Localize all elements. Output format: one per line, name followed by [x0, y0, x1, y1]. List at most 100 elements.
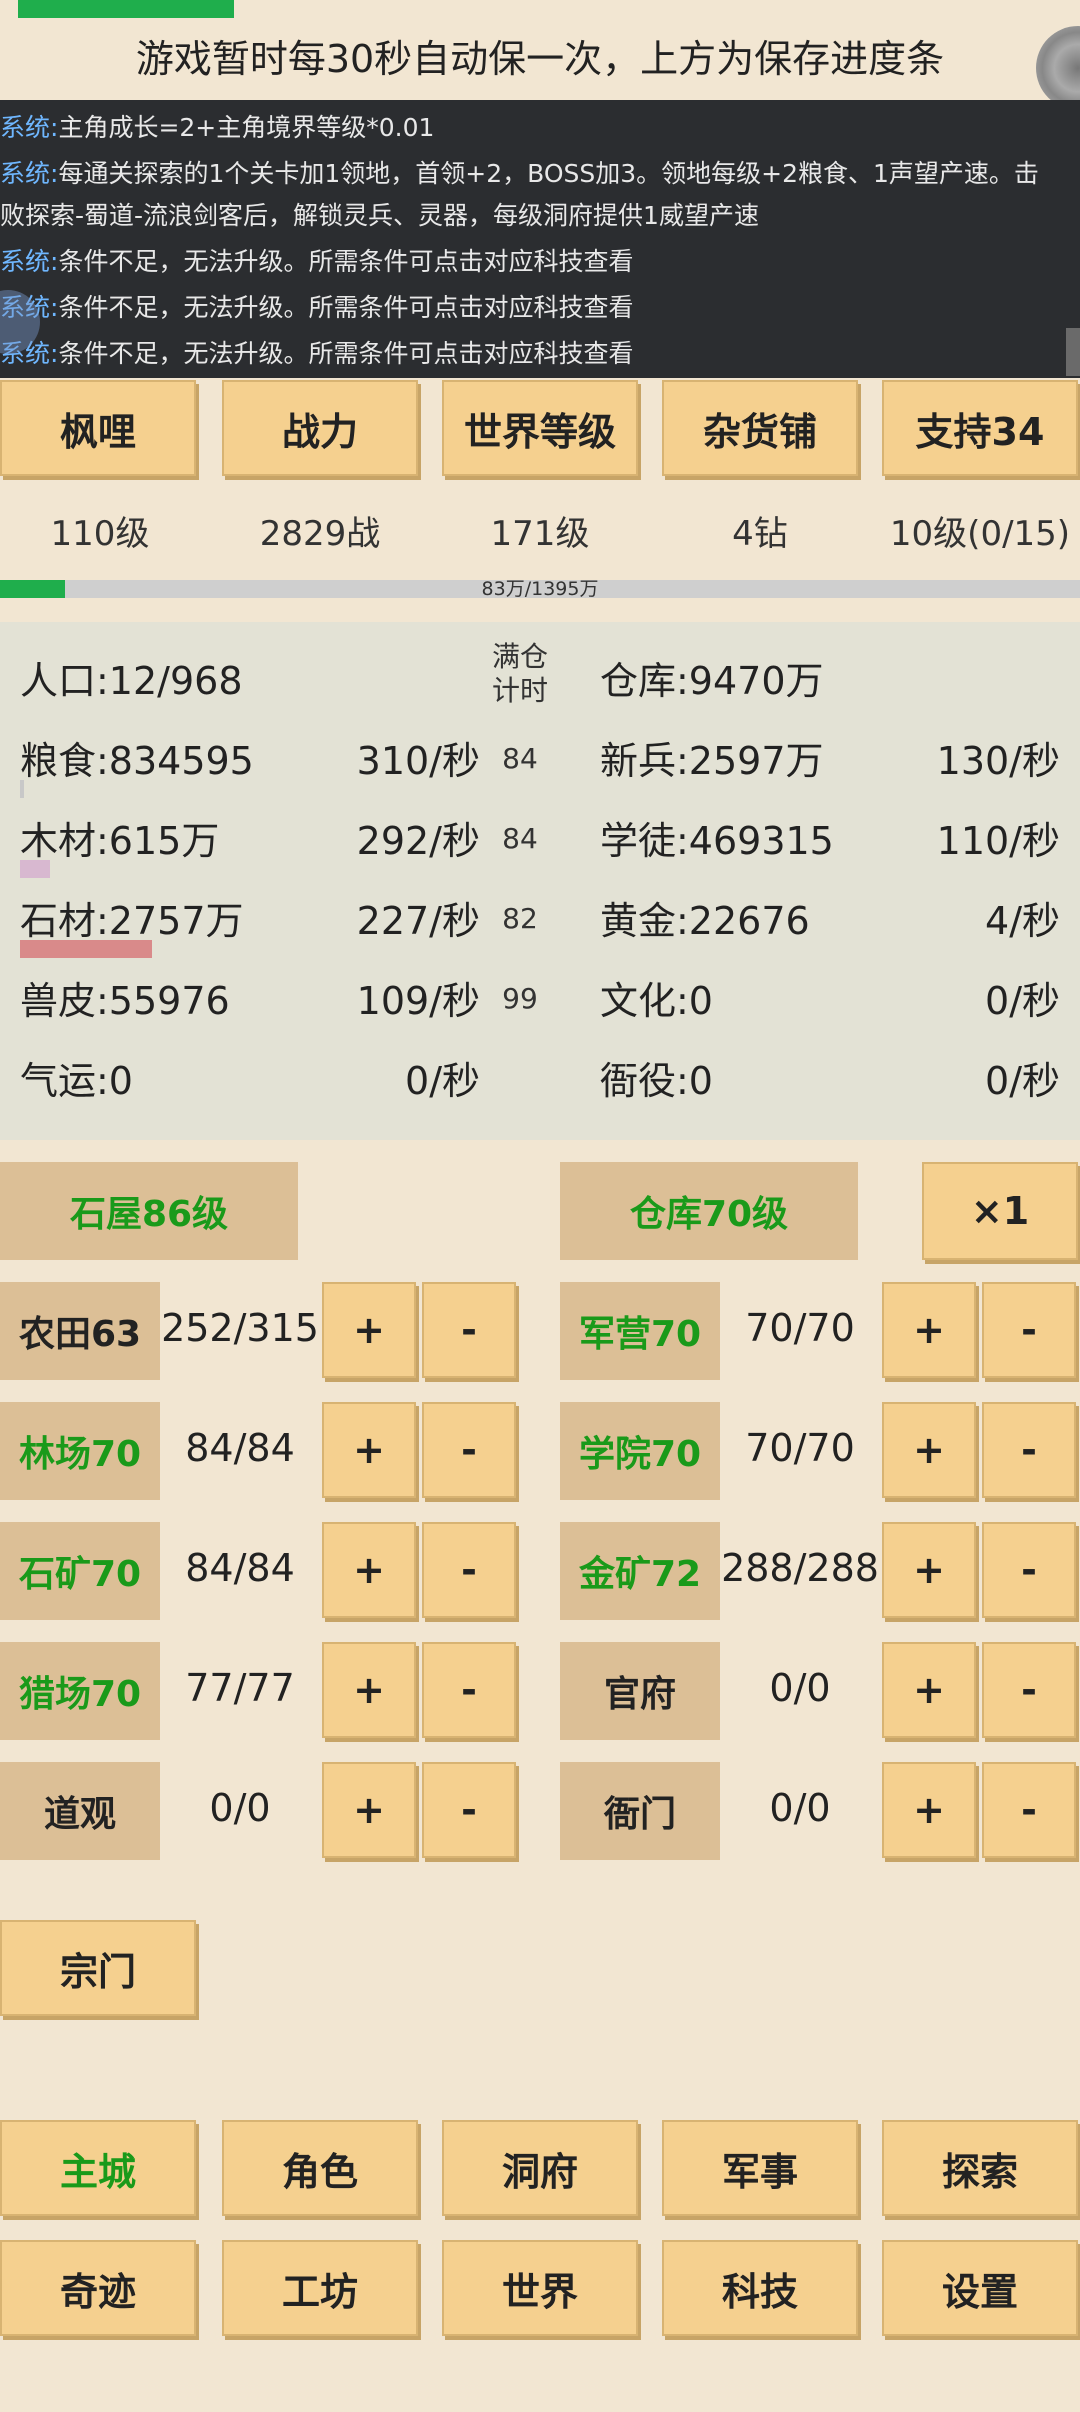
world-level-value: 171级: [490, 514, 590, 554]
academy-minus-button[interactable]: -: [982, 1402, 1076, 1498]
building-taoist-temple[interactable]: 道观: [0, 1762, 160, 1860]
system-log-panel[interactable]: 系统:主角成长=2+主角境界等级*0.01 系统:每通关探索的1个关卡加1领地，…: [0, 100, 1080, 378]
gold-mine-plus-button[interactable]: +: [882, 1522, 976, 1618]
nav-world[interactable]: 世界: [442, 2240, 638, 2336]
lumber-yard-minus-button[interactable]: -: [422, 1402, 516, 1498]
stone-capacity-bar: [20, 940, 152, 958]
barracks-count: 70/70: [745, 1306, 855, 1350]
diamond-count: 4钻: [732, 514, 788, 554]
log-scrollbar[interactable]: [1066, 328, 1080, 376]
lumber-yard-count: 84/84: [185, 1426, 295, 1470]
population-label: 人口:12/968: [20, 659, 243, 703]
fortune-label: 气运:0: [20, 1059, 133, 1103]
gold-label: 黄金:22676: [600, 899, 810, 943]
building-quarry[interactable]: 石矿70: [0, 1522, 160, 1620]
building-government-office[interactable]: 官府: [560, 1642, 720, 1740]
stone-full-time: 82: [502, 902, 538, 935]
character-level: 110级: [50, 514, 150, 554]
grain-full-time: 84: [502, 742, 538, 775]
tab-world-level[interactable]: 世界等级: [442, 380, 638, 476]
log-line: 系统:条件不足，无法升级。所需条件可点击对应科技查看: [0, 242, 633, 278]
farm-plus-button[interactable]: +: [322, 1282, 416, 1378]
tab-support[interactable]: 支持34: [882, 380, 1078, 476]
nav-military[interactable]: 军事: [662, 2120, 858, 2216]
xp-text: 83万/1395万: [481, 578, 599, 600]
tab-shop[interactable]: 杂货铺: [662, 380, 858, 476]
gold-rate: 4/秒: [985, 899, 1060, 943]
nav-technology[interactable]: 科技: [662, 2240, 858, 2336]
yamen-minus-button[interactable]: -: [982, 1762, 1076, 1858]
grain-rate: 310/秒: [356, 739, 480, 783]
quarry-plus-button[interactable]: +: [322, 1522, 416, 1618]
log-text: 条件不足，无法升级。所需条件可点击对应科技查看: [58, 247, 634, 276]
taoist-temple-minus-button[interactable]: -: [422, 1762, 516, 1858]
nav-wonders[interactable]: 奇迹: [0, 2240, 196, 2336]
nav-character[interactable]: 角色: [222, 2120, 418, 2216]
culture-label: 文化:0: [600, 979, 713, 1023]
wood-rate: 292/秒: [356, 819, 480, 863]
gold-mine-count: 288/288: [721, 1546, 879, 1590]
storage-building-button[interactable]: 仓库70级: [560, 1162, 858, 1260]
academy-plus-button[interactable]: +: [882, 1402, 976, 1498]
combat-power-value: 2829战: [259, 514, 381, 554]
fortune-rate: 0/秒: [405, 1059, 480, 1103]
barracks-minus-button[interactable]: -: [982, 1282, 1076, 1378]
grain-label: 粮食:834595: [20, 739, 254, 783]
multiplier-button[interactable]: ×1: [922, 1162, 1078, 1260]
building-academy[interactable]: 学院70: [560, 1402, 720, 1500]
nav-explore[interactable]: 探索: [882, 2120, 1078, 2216]
lumber-yard-plus-button[interactable]: +: [322, 1402, 416, 1498]
hunting-ground-plus-button[interactable]: +: [322, 1642, 416, 1738]
building-farm[interactable]: 农田63: [0, 1282, 160, 1380]
hunting-ground-count: 77/77: [185, 1666, 295, 1710]
tab-character-name[interactable]: 枫哩: [0, 380, 196, 476]
sect-button[interactable]: 宗门: [0, 1920, 196, 2016]
culture-rate: 0/秒: [985, 979, 1060, 1023]
taoist-temple-count: 0/0: [209, 1786, 271, 1830]
building-gold-mine[interactable]: 金矿72: [560, 1522, 720, 1620]
constable-label: 衙役:0: [600, 1059, 713, 1103]
yamen-plus-button[interactable]: +: [882, 1762, 976, 1858]
nav-cave-dwelling[interactable]: 洞府: [442, 2120, 638, 2216]
gold-mine-minus-button[interactable]: -: [982, 1522, 1076, 1618]
farm-minus-button[interactable]: -: [422, 1282, 516, 1378]
government-office-minus-button[interactable]: -: [982, 1642, 1076, 1738]
taoist-temple-plus-button[interactable]: +: [322, 1762, 416, 1858]
stone-house-button[interactable]: 石屋86级: [0, 1162, 298, 1260]
recruit-rate: 130/秒: [936, 739, 1060, 783]
constable-rate: 0/秒: [985, 1059, 1060, 1103]
nav-settings[interactable]: 设置: [882, 2240, 1078, 2336]
log-line: 系统:每通关探索的1个关卡加1领地，首领+2，BOSS加3。领地每级+2粮食、1…: [0, 154, 1039, 190]
barracks-plus-button[interactable]: +: [882, 1282, 976, 1378]
hide-full-time: 99: [502, 982, 538, 1015]
wood-label: 木材:615万: [20, 819, 220, 863]
apprentice-label: 学徒:469315: [600, 819, 834, 863]
building-yamen[interactable]: 衙门: [560, 1762, 720, 1860]
save-hint-text: 游戏暂时每30秒自动保一次，上方为保存进度条: [135, 37, 945, 81]
quarry-minus-button[interactable]: -: [422, 1522, 516, 1618]
building-hunting-ground[interactable]: 猎场70: [0, 1642, 160, 1740]
log-text: 每通关探索的1个关卡加1领地，首领+2，BOSS加3。领地每级+2粮食、1声望产…: [58, 159, 1039, 188]
log-line: 败探索-蜀道-流浪剑客后，解锁灵兵、灵器，每级洞府提供1威望产速: [0, 196, 759, 232]
nav-workshop[interactable]: 工坊: [222, 2240, 418, 2336]
full-timer-header: 满仓 计时: [491, 640, 548, 707]
stone-label: 石材:2757万: [20, 899, 244, 943]
stone-rate: 227/秒: [356, 899, 480, 943]
wood-full-time: 84: [502, 822, 538, 855]
academy-count: 70/70: [745, 1426, 855, 1470]
building-lumber-yard[interactable]: 林场70: [0, 1402, 160, 1500]
support-level: 10级(0/15): [889, 514, 1071, 554]
hide-label: 兽皮:55976: [20, 979, 230, 1023]
hunting-ground-minus-button[interactable]: -: [422, 1642, 516, 1738]
tab-combat-power[interactable]: 战力: [222, 380, 418, 476]
log-line: 系统:主角成长=2+主角境界等级*0.01: [0, 108, 434, 144]
log-tag: 系统:: [0, 159, 59, 188]
government-office-plus-button[interactable]: +: [882, 1642, 976, 1738]
log-line: 系统:条件不足，无法升级。所需条件可点击对应科技查看: [0, 334, 633, 370]
nav-main-city[interactable]: 主城: [0, 2120, 196, 2216]
quarry-count: 84/84: [185, 1546, 295, 1590]
farm-count: 252/315: [161, 1306, 319, 1350]
building-barracks[interactable]: 军营70: [560, 1282, 720, 1380]
save-progress-bar: [18, 0, 234, 18]
apprentice-rate: 110/秒: [936, 819, 1060, 863]
